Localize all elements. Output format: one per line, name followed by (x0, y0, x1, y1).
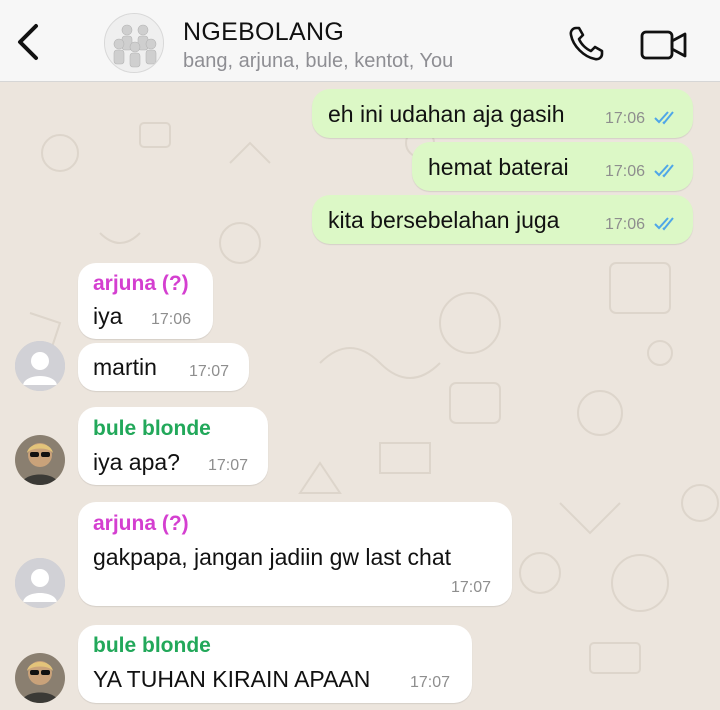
avatar[interactable] (15, 341, 65, 391)
message-bubble-outgoing[interactable]: kita bersebelahan juga 17:06 (312, 195, 693, 244)
message-bubble-outgoing[interactable]: eh ini udahan aja gasih 17:06 (312, 89, 693, 138)
chat-header: NGEBOLANG bang, arjuna, bule, kentot, Yo… (0, 0, 720, 82)
group-title[interactable]: NGEBOLANG (183, 18, 344, 47)
message-text: kita bersebelahan juga (328, 207, 560, 233)
message-time: 17:07 (410, 674, 451, 691)
message-text: YA TUHAN KIRAIN APAAN (93, 666, 371, 692)
read-receipt-icon (654, 111, 674, 125)
message-text: hemat baterai (428, 154, 569, 180)
phone-icon (569, 26, 604, 61)
message-text: gakpapa, jangan jadiin gw last chat (93, 544, 452, 570)
message-time: 17:06 (151, 311, 192, 328)
avatar[interactable] (15, 653, 65, 703)
group-members[interactable]: bang, arjuna, bule, kentot, You (183, 50, 453, 73)
message-bubble-incoming[interactable]: arjuna (?) gakpapa, jangan jadiin gw las… (78, 502, 512, 606)
message-time: 17:07 (451, 579, 492, 596)
user-photo-icon (15, 653, 65, 703)
message-bubble-incoming[interactable]: martin 17:07 (78, 343, 249, 391)
message-time: 17:07 (208, 457, 249, 474)
default-user-icon (15, 558, 65, 608)
message-bubble-incoming[interactable]: arjuna (?) iya 17:06 (78, 263, 213, 339)
sender-name: bule blonde (93, 417, 211, 440)
message-time: 17:07 (189, 363, 230, 380)
default-user-icon (15, 341, 65, 391)
message-time: 17:06 (605, 216, 646, 233)
message-text: iya (93, 303, 123, 329)
video-call-button[interactable] (640, 28, 688, 62)
message-list[interactable]: eh ini udahan aja gasih 17:06 hemat bate… (0, 83, 720, 710)
message-bubble-incoming[interactable]: bule blonde YA TUHAN KIRAIN APAAN 17:07 (78, 625, 472, 703)
read-receipt-icon (654, 164, 674, 178)
chevron-left-icon (18, 24, 38, 60)
sender-name: arjuna (?) (93, 272, 189, 295)
message-text: eh ini udahan aja gasih (328, 101, 565, 127)
sender-name: arjuna (?) (93, 512, 189, 535)
group-avatar[interactable] (104, 13, 164, 73)
message-text: martin (93, 354, 157, 380)
read-receipt-icon (654, 217, 674, 231)
message-time: 17:06 (605, 110, 646, 127)
avatar[interactable] (15, 558, 65, 608)
sender-name: bule blonde (93, 634, 211, 657)
call-button[interactable] (566, 24, 606, 64)
message-time: 17:06 (605, 163, 646, 180)
message-bubble-outgoing[interactable]: hemat baterai 17:06 (412, 142, 693, 191)
back-button[interactable] (12, 22, 46, 62)
video-camera-icon (640, 30, 687, 60)
message-text: iya apa? (93, 449, 180, 475)
message-bubble-incoming[interactable]: bule blonde iya apa? 17:07 (78, 407, 268, 485)
avatar[interactable] (15, 435, 65, 485)
user-photo-icon (15, 435, 65, 485)
group-people-icon (105, 14, 163, 72)
